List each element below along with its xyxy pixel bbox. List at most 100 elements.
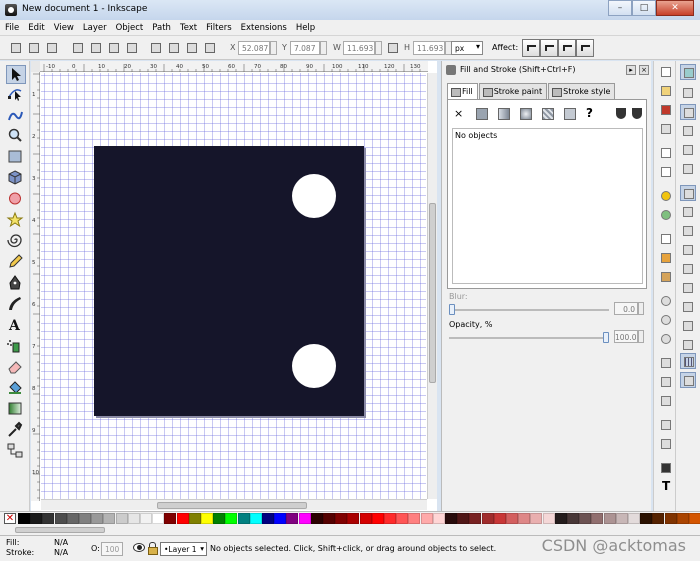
raise-to-top-icon[interactable] [202,40,218,56]
group-icon[interactable] [658,417,674,433]
palette-swatch[interactable] [30,513,43,524]
snap-grid-icon[interactable] [680,353,696,369]
vertical-scrollbar[interactable] [427,73,437,499]
menu-file[interactable]: File [5,23,19,33]
spray-tool[interactable] [6,337,26,356]
tweak-tool[interactable] [6,106,26,125]
snap-bbox-edge-icon[interactable] [680,104,696,120]
save-icon[interactable] [658,102,674,118]
pattern-button[interactable] [540,106,556,122]
snap-rotation-center-icon[interactable] [680,318,696,334]
palette-swatch[interactable] [359,513,372,524]
x-spinner[interactable] [270,41,277,55]
close-button[interactable]: ✕ [656,0,694,16]
snap-paths-icon[interactable] [680,204,696,220]
palette-swatch[interactable] [530,513,543,524]
vertical-scroll-thumb[interactable] [429,203,436,383]
no-color-swatch[interactable]: ✕ [4,513,16,524]
menu-text[interactable]: Text [180,23,197,33]
palette-swatch[interactable] [152,513,165,524]
fill-stroke-dialog-icon[interactable] [658,460,674,476]
swatch-button[interactable] [562,106,578,122]
palette-swatch[interactable] [469,513,482,524]
palette-swatch[interactable] [615,513,628,524]
blur-value[interactable]: 0.0 [614,302,638,315]
canvas-area[interactable]: -10 0 10 20 30 40 50 60 70 80 90 100 110 120 130 1 2 3 4 5… [31,61,437,511]
snap-smooth-nodes-icon[interactable] [680,261,696,277]
snap-bbox-icon[interactable] [680,85,696,101]
opacity-slider[interactable] [449,332,609,343]
palette-swatch[interactable] [310,513,323,524]
w-spinner[interactable] [375,41,382,55]
open-icon[interactable] [658,83,674,99]
unlink-clone-icon[interactable] [658,393,674,409]
transform-gradients-icon[interactable] [558,39,576,57]
horizontal-scroll-thumb[interactable] [157,502,307,509]
flip-horizontal-icon[interactable] [106,40,122,56]
palette-swatch[interactable] [506,513,518,524]
zoom-page-icon[interactable] [658,331,674,347]
paint-bucket-tool[interactable] [6,379,26,398]
flat-color-button[interactable] [474,106,490,122]
palette-swatch[interactable] [579,513,592,524]
snap-bbox-midpoint-icon[interactable] [680,142,696,158]
menu-edit[interactable]: Edit [28,23,44,33]
h-field[interactable]: 11.693 [413,41,445,55]
paste-icon[interactable] [658,269,674,285]
blur-spinner[interactable] [638,302,644,315]
snap-midpoints-icon[interactable] [680,280,696,296]
palette-swatch[interactable] [554,513,567,524]
lower-to-bottom-icon[interactable] [148,40,164,56]
palette-swatch[interactable] [591,513,604,524]
snap-cusp-nodes-icon[interactable] [680,242,696,258]
scale-corners-icon[interactable] [540,39,558,57]
snap-toggle-icon[interactable] [680,64,696,80]
maximize-button[interactable]: □ [632,0,656,16]
blur-slider[interactable] [449,304,609,315]
palette-swatch[interactable] [371,513,384,524]
palette-swatch[interactable] [445,513,457,524]
selector-tool[interactable] [6,65,26,84]
pen-tool[interactable] [6,274,26,293]
export-icon[interactable] [658,164,674,180]
palette-scrollbar[interactable] [0,525,700,535]
horizontal-scrollbar[interactable] [41,499,427,510]
palette-swatch[interactable] [628,513,640,524]
print-icon[interactable] [658,121,674,137]
menu-layer[interactable]: Layer [83,23,107,33]
palette-swatch[interactable] [262,513,274,524]
pencil-tool[interactable] [6,253,26,272]
palette-swatch[interactable] [164,513,177,524]
deselect-icon[interactable] [44,40,60,56]
zoom-selection-icon[interactable] [658,293,674,309]
palette-swatch[interactable] [79,513,91,524]
spiral-tool[interactable] [6,232,26,251]
palette-swatch[interactable] [481,513,494,524]
snap-bbox-corner-icon[interactable] [680,123,696,139]
canvas-grid[interactable] [41,73,426,499]
palette-swatch[interactable] [567,513,579,524]
opacity-slider-knob[interactable] [603,332,609,343]
menu-help[interactable]: Help [296,23,315,33]
menu-view[interactable]: View [54,23,74,33]
palette-swatch[interactable] [347,513,360,524]
palette-swatch[interactable] [652,513,665,524]
tab-fill[interactable]: Fill [447,83,478,99]
palette-swatch[interactable] [249,513,262,524]
rotate-cw-icon[interactable] [88,40,104,56]
palette-swatch[interactable] [115,513,128,524]
y-field[interactable]: 7.087 [290,41,320,55]
palette-swatch[interactable] [457,513,470,524]
palette-swatch[interactable] [640,513,653,524]
palette-swatch[interactable] [286,513,299,524]
palette-swatch[interactable] [91,513,104,524]
layer-lock-icon[interactable] [148,542,158,555]
menu-path[interactable]: Path [152,23,171,33]
dropper-tool[interactable] [6,421,26,440]
drawn-square-shape[interactable] [94,146,364,416]
tab-stroke-paint[interactable]: Stroke paint [478,83,548,99]
palette-swatch[interactable] [396,513,409,524]
panel-close-button[interactable]: × [639,65,649,75]
snap-nodes-icon[interactable] [680,185,696,201]
calligraphy-tool[interactable] [6,295,26,314]
